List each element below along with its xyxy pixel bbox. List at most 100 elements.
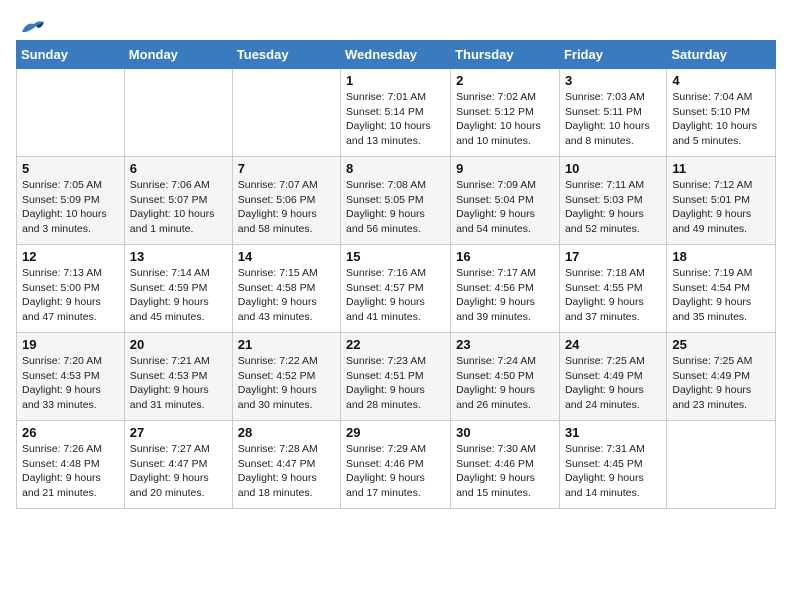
day-info: Sunrise: 7:24 AM Sunset: 4:50 PM Dayligh…: [456, 354, 554, 413]
calendar-day-cell: 17 Sunrise: 7:18 AM Sunset: 4:55 PM Dayli…: [559, 245, 666, 333]
weekday-header-cell: Wednesday: [341, 41, 451, 69]
day-number: 21: [238, 337, 335, 352]
calendar-day-cell: 16 Sunrise: 7:17 AM Sunset: 4:56 PM Dayli…: [451, 245, 560, 333]
day-number: 5: [22, 161, 119, 176]
calendar-day-cell: 25 Sunrise: 7:25 AM Sunset: 4:49 PM Dayli…: [667, 333, 776, 421]
calendar-day-cell: 18Sunrise: 7:19 AM Sunset: 4:54 PM Dayli…: [667, 245, 776, 333]
day-info: Sunrise: 7:14 AM Sunset: 4:59 PM Dayligh…: [130, 266, 227, 325]
calendar-day-cell: 6Sunrise: 7:06 AM Sunset: 5:07 PM Daylig…: [124, 157, 232, 245]
day-number: 14: [238, 249, 335, 264]
calendar-day-cell: 8 Sunrise: 7:08 AM Sunset: 5:05 PM Daylig…: [341, 157, 451, 245]
day-number: 13: [130, 249, 227, 264]
calendar-day-cell: 26 Sunrise: 7:26 AM Sunset: 4:48 PM Dayli…: [17, 421, 125, 509]
day-number: 22: [346, 337, 445, 352]
day-number: 2: [456, 73, 554, 88]
calendar-day-cell: 13 Sunrise: 7:14 AM Sunset: 4:59 PM Dayli…: [124, 245, 232, 333]
calendar-day-cell: 9Sunrise: 7:09 AM Sunset: 5:04 PM Daylig…: [451, 157, 560, 245]
calendar-day-cell: 1 Sunrise: 7:01 AM Sunset: 5:14 PM Daylig…: [341, 69, 451, 157]
calendar-body: 1 Sunrise: 7:01 AM Sunset: 5:14 PM Daylig…: [17, 69, 776, 509]
calendar-day-cell: 15Sunrise: 7:16 AM Sunset: 4:57 PM Dayli…: [341, 245, 451, 333]
logo-bird-icon: [18, 16, 46, 38]
calendar-day-cell: 2 Sunrise: 7:02 AM Sunset: 5:12 PM Daylig…: [451, 69, 560, 157]
day-info: Sunrise: 7:12 AM Sunset: 5:01 PM Dayligh…: [672, 178, 770, 237]
day-info: Sunrise: 7:26 AM Sunset: 4:48 PM Dayligh…: [22, 442, 119, 501]
day-info: Sunrise: 7:01 AM Sunset: 5:14 PM Dayligh…: [346, 90, 445, 149]
day-number: 11: [672, 161, 770, 176]
calendar-week-row: 12Sunrise: 7:13 AM Sunset: 5:00 PM Dayli…: [17, 245, 776, 333]
day-info: Sunrise: 7:30 AM Sunset: 4:46 PM Dayligh…: [456, 442, 554, 501]
calendar-week-row: 1 Sunrise: 7:01 AM Sunset: 5:14 PM Daylig…: [17, 69, 776, 157]
day-number: 8: [346, 161, 445, 176]
day-number: 28: [238, 425, 335, 440]
weekday-header-cell: Friday: [559, 41, 666, 69]
calendar-week-row: 19 Sunrise: 7:20 AM Sunset: 4:53 PM Dayli…: [17, 333, 776, 421]
day-number: 19: [22, 337, 119, 352]
calendar-day-cell: 21 Sunrise: 7:22 AM Sunset: 4:52 PM Dayli…: [232, 333, 340, 421]
calendar-day-cell: [17, 69, 125, 157]
day-info: Sunrise: 7:27 AM Sunset: 4:47 PM Dayligh…: [130, 442, 227, 501]
calendar-day-cell: [232, 69, 340, 157]
day-number: 27: [130, 425, 227, 440]
weekday-header-cell: Thursday: [451, 41, 560, 69]
calendar-table: SundayMondayTuesdayWednesdayThursdayFrid…: [16, 40, 776, 509]
day-info: Sunrise: 7:17 AM Sunset: 4:56 PM Dayligh…: [456, 266, 554, 325]
day-info: Sunrise: 7:07 AM Sunset: 5:06 PM Dayligh…: [238, 178, 335, 237]
day-number: 16: [456, 249, 554, 264]
day-number: 17: [565, 249, 661, 264]
calendar-day-cell: 4 Sunrise: 7:04 AM Sunset: 5:10 PM Daylig…: [667, 69, 776, 157]
day-number: 3: [565, 73, 661, 88]
day-number: 25: [672, 337, 770, 352]
day-number: 23: [456, 337, 554, 352]
day-info: Sunrise: 7:02 AM Sunset: 5:12 PM Dayligh…: [456, 90, 554, 149]
weekday-header-cell: Monday: [124, 41, 232, 69]
weekday-header-cell: Tuesday: [232, 41, 340, 69]
day-info: Sunrise: 7:18 AM Sunset: 4:55 PM Dayligh…: [565, 266, 661, 325]
calendar-day-cell: 14Sunrise: 7:15 AM Sunset: 4:58 PM Dayli…: [232, 245, 340, 333]
day-info: Sunrise: 7:16 AM Sunset: 4:57 PM Dayligh…: [346, 266, 445, 325]
weekday-header-row: SundayMondayTuesdayWednesdayThursdayFrid…: [17, 41, 776, 69]
day-info: Sunrise: 7:31 AM Sunset: 4:45 PM Dayligh…: [565, 442, 661, 501]
calendar-day-cell: 20Sunrise: 7:21 AM Sunset: 4:53 PM Dayli…: [124, 333, 232, 421]
calendar-day-cell: 30Sunrise: 7:30 AM Sunset: 4:46 PM Dayli…: [451, 421, 560, 509]
calendar-day-cell: 28Sunrise: 7:28 AM Sunset: 4:47 PM Dayli…: [232, 421, 340, 509]
calendar-day-cell: 11 Sunrise: 7:12 AM Sunset: 5:01 PM Dayli…: [667, 157, 776, 245]
calendar-day-cell: 31Sunrise: 7:31 AM Sunset: 4:45 PM Dayli…: [559, 421, 666, 509]
day-info: Sunrise: 7:08 AM Sunset: 5:05 PM Dayligh…: [346, 178, 445, 237]
day-info: Sunrise: 7:20 AM Sunset: 4:53 PM Dayligh…: [22, 354, 119, 413]
day-number: 4: [672, 73, 770, 88]
calendar-day-cell: 23 Sunrise: 7:24 AM Sunset: 4:50 PM Dayli…: [451, 333, 560, 421]
day-info: Sunrise: 7:04 AM Sunset: 5:10 PM Dayligh…: [672, 90, 770, 149]
weekday-header-cell: Sunday: [17, 41, 125, 69]
day-info: Sunrise: 7:19 AM Sunset: 4:54 PM Dayligh…: [672, 266, 770, 325]
day-number: 26: [22, 425, 119, 440]
day-info: Sunrise: 7:06 AM Sunset: 5:07 PM Dayligh…: [130, 178, 227, 237]
calendar-day-cell: 24Sunrise: 7:25 AM Sunset: 4:49 PM Dayli…: [559, 333, 666, 421]
day-info: Sunrise: 7:09 AM Sunset: 5:04 PM Dayligh…: [456, 178, 554, 237]
day-info: Sunrise: 7:22 AM Sunset: 4:52 PM Dayligh…: [238, 354, 335, 413]
page-header: [16, 16, 776, 32]
day-info: Sunrise: 7:03 AM Sunset: 5:11 PM Dayligh…: [565, 90, 661, 149]
day-number: 29: [346, 425, 445, 440]
day-number: 1: [346, 73, 445, 88]
calendar-week-row: 26 Sunrise: 7:26 AM Sunset: 4:48 PM Dayli…: [17, 421, 776, 509]
calendar-day-cell: [667, 421, 776, 509]
day-number: 24: [565, 337, 661, 352]
day-number: 10: [565, 161, 661, 176]
weekday-header-cell: Saturday: [667, 41, 776, 69]
day-info: Sunrise: 7:21 AM Sunset: 4:53 PM Dayligh…: [130, 354, 227, 413]
calendar-day-cell: 29 Sunrise: 7:29 AM Sunset: 4:46 PM Dayli…: [341, 421, 451, 509]
calendar-day-cell: 3 Sunrise: 7:03 AM Sunset: 5:11 PM Daylig…: [559, 69, 666, 157]
day-number: 12: [22, 249, 119, 264]
day-info: Sunrise: 7:29 AM Sunset: 4:46 PM Dayligh…: [346, 442, 445, 501]
day-info: Sunrise: 7:23 AM Sunset: 4:51 PM Dayligh…: [346, 354, 445, 413]
calendar-day-cell: [124, 69, 232, 157]
calendar-day-cell: 12Sunrise: 7:13 AM Sunset: 5:00 PM Dayli…: [17, 245, 125, 333]
calendar-day-cell: 10 Sunrise: 7:11 AM Sunset: 5:03 PM Dayli…: [559, 157, 666, 245]
calendar-day-cell: 7 Sunrise: 7:07 AM Sunset: 5:06 PM Daylig…: [232, 157, 340, 245]
day-number: 7: [238, 161, 335, 176]
logo: [16, 16, 46, 32]
day-info: Sunrise: 7:25 AM Sunset: 4:49 PM Dayligh…: [672, 354, 770, 413]
calendar-week-row: 5Sunrise: 7:05 AM Sunset: 5:09 PM Daylig…: [17, 157, 776, 245]
calendar-day-cell: 19 Sunrise: 7:20 AM Sunset: 4:53 PM Dayli…: [17, 333, 125, 421]
day-info: Sunrise: 7:11 AM Sunset: 5:03 PM Dayligh…: [565, 178, 661, 237]
